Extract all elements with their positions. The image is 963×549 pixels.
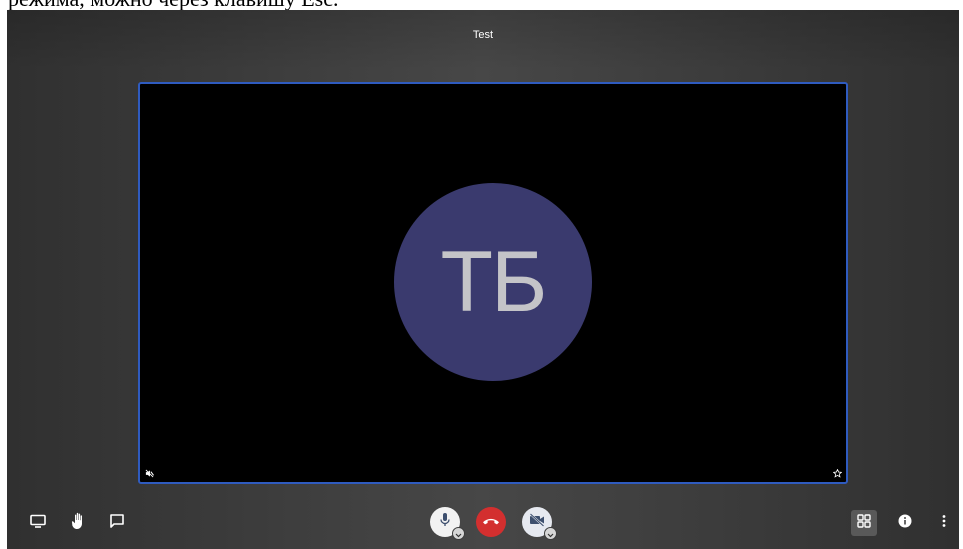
camera-off-icon (529, 512, 545, 532)
raise-hand-icon (71, 512, 87, 535)
hangup-icon (482, 513, 500, 531)
more-options-button[interactable] (931, 510, 957, 536)
meeting-title: Test (472, 29, 494, 41)
participant-video-tile[interactable]: ТБ (138, 82, 848, 484)
chevron-down-icon (455, 525, 462, 543)
camera-button[interactable] (522, 507, 557, 540)
chat-button[interactable] (104, 510, 130, 536)
info-icon (898, 514, 912, 533)
microphone-options-chevron[interactable] (452, 527, 465, 540)
meeting-stage: Test ТБ (7, 10, 959, 549)
microphone-icon (438, 512, 452, 533)
bottom-toolbar (7, 498, 959, 549)
screen-share-icon (30, 514, 46, 533)
info-button[interactable] (892, 510, 918, 536)
hangup-button[interactable] (476, 507, 506, 537)
microphone-button[interactable] (430, 507, 465, 540)
star-icon[interactable] (832, 468, 842, 478)
audio-muted-icon (144, 468, 154, 478)
chat-icon (109, 513, 125, 534)
tile-view-button[interactable] (851, 510, 877, 536)
more-options-icon (942, 514, 946, 533)
chevron-down-icon (547, 525, 554, 543)
raise-hand-button[interactable] (66, 510, 92, 536)
camera-options-chevron[interactable] (544, 527, 557, 540)
screen-share-button[interactable] (25, 510, 51, 536)
tile-view-icon (857, 513, 871, 533)
participant-avatar: ТБ (394, 183, 592, 381)
